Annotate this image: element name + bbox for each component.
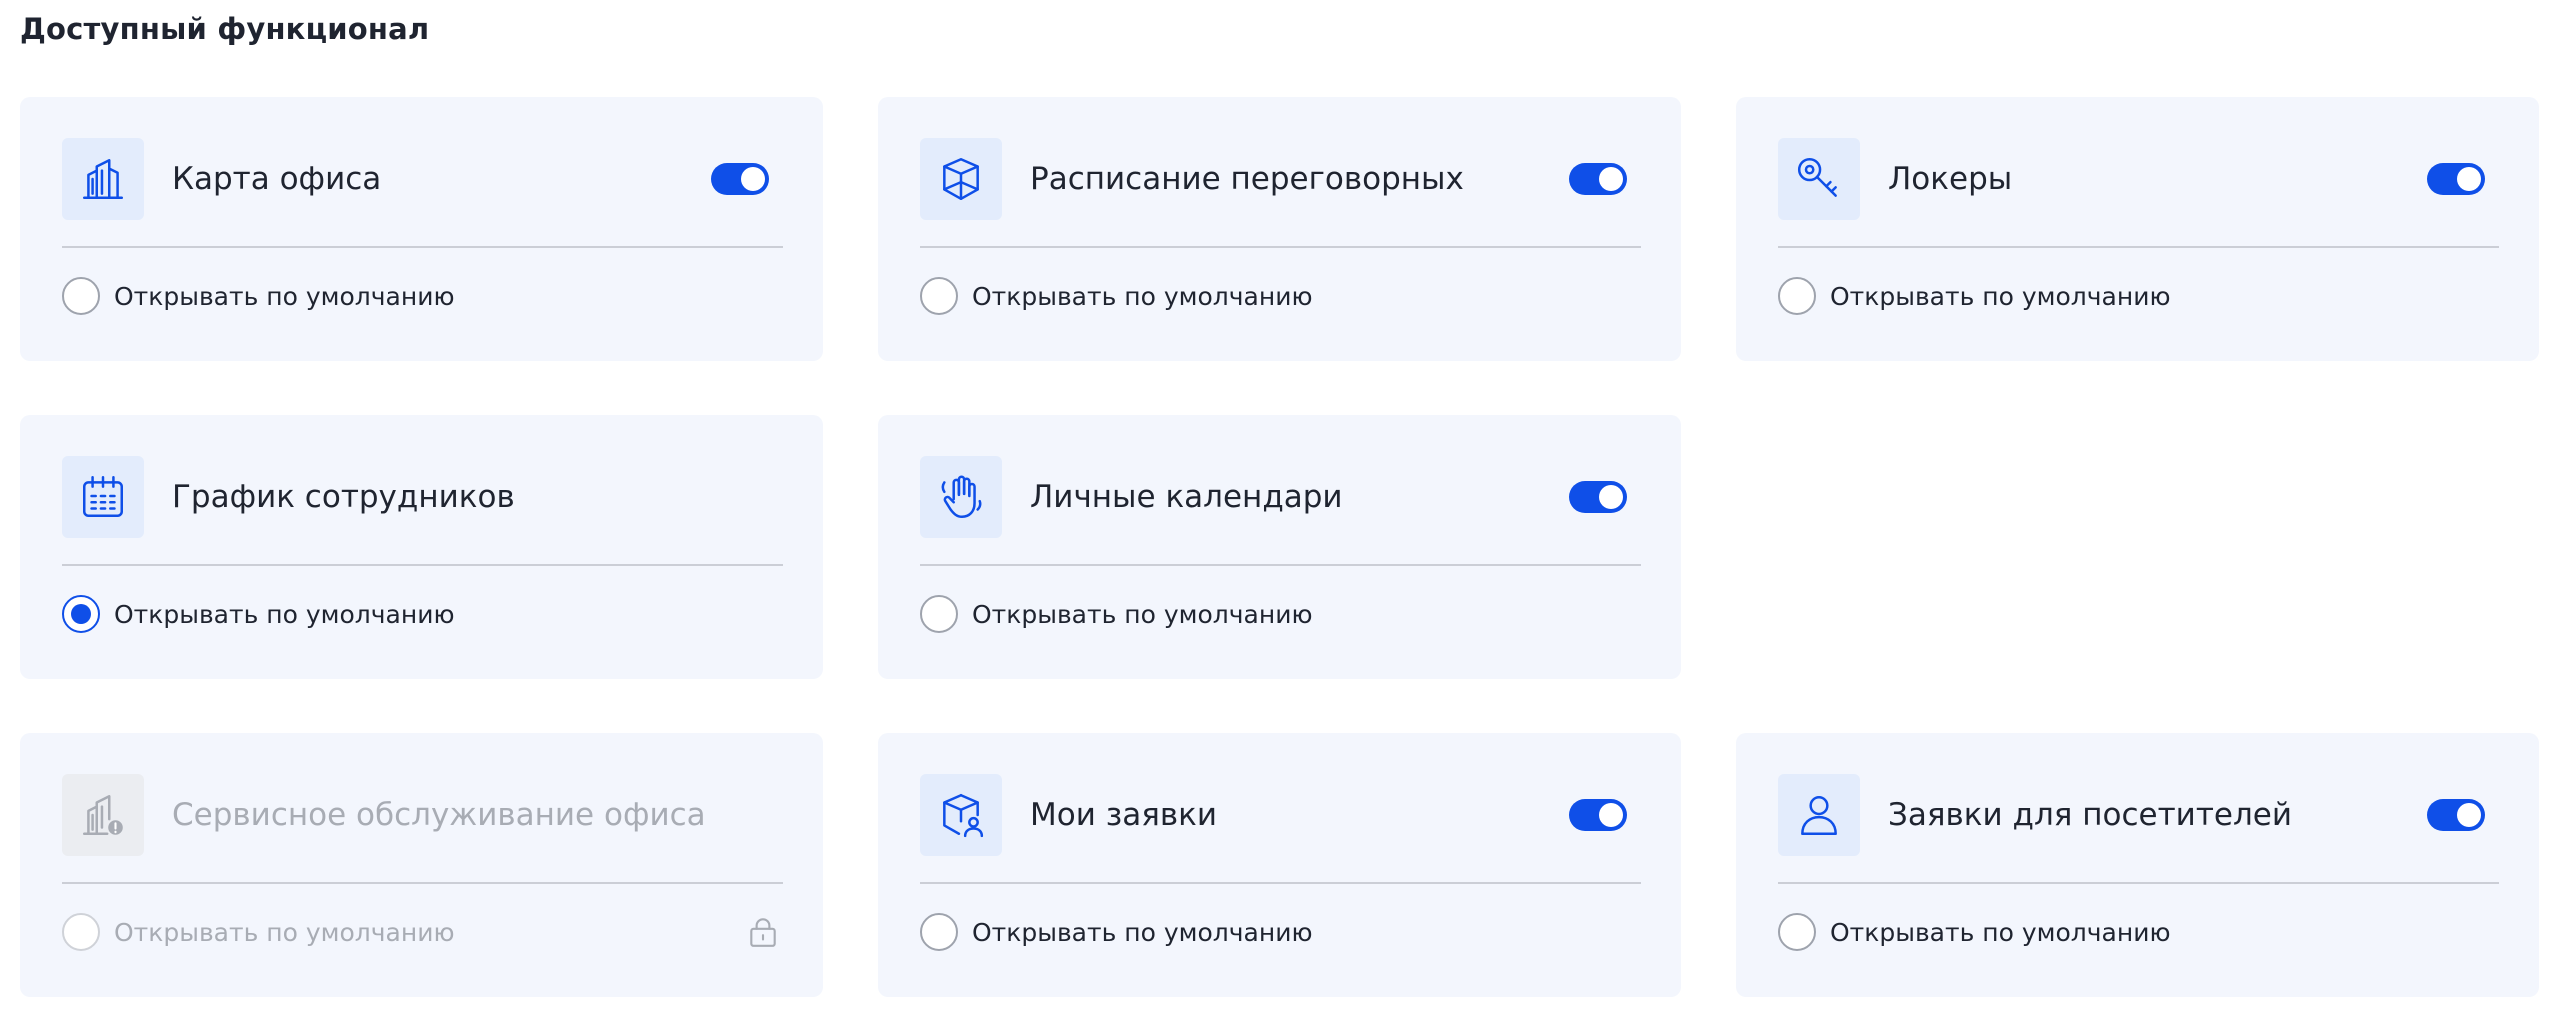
feature-toggle[interactable] <box>2427 799 2485 831</box>
default-option: Открывать по умолчанию <box>1778 275 2499 317</box>
default-radio-selected[interactable] <box>62 595 100 633</box>
toggle-knob <box>2457 803 2481 827</box>
feature-card-office-service: Сервисное обслуживание офиса Открывать п… <box>20 733 823 997</box>
toggle-knob <box>741 167 765 191</box>
visitor-person-icon <box>1778 774 1860 856</box>
office-buildings-icon <box>62 138 144 220</box>
feature-card-employee-schedule: График сотрудников Открывать по умолчани… <box>20 415 823 679</box>
default-radio[interactable] <box>920 595 958 633</box>
divider <box>920 246 1641 248</box>
feature-toggle[interactable] <box>1569 163 1627 195</box>
waving-hand-icon <box>920 456 1002 538</box>
feature-toggle[interactable] <box>1569 481 1627 513</box>
default-option: Открывать по умолчанию <box>62 911 783 953</box>
card-title: Личные календари <box>1030 479 1343 515</box>
default-radio[interactable] <box>920 277 958 315</box>
feature-card-personal-calendars: Личные календари Открывать по умолчанию <box>878 415 1681 679</box>
divider <box>62 564 783 566</box>
default-radio[interactable] <box>920 913 958 951</box>
default-radio[interactable] <box>1778 913 1816 951</box>
default-option: Открывать по умолчанию <box>920 911 1641 953</box>
feature-toggle[interactable] <box>1569 799 1627 831</box>
default-option: Открывать по умолчанию <box>62 593 783 635</box>
cube-user-icon <box>920 774 1002 856</box>
feature-toggle[interactable] <box>711 163 769 195</box>
card-header: Заявки для посетителей <box>1778 774 2499 856</box>
default-radio-label: Открывать по умолчанию <box>972 599 1313 629</box>
key-icon <box>1778 138 1860 220</box>
divider <box>62 882 783 884</box>
card-title: Расписание переговорных <box>1030 161 1464 197</box>
card-header: Карта офиса <box>62 138 783 220</box>
card-header: Сервисное обслуживание офиса <box>62 774 783 856</box>
card-title: Карта офиса <box>172 161 382 197</box>
card-header: Локеры <box>1778 138 2499 220</box>
card-title: Заявки для посетителей <box>1888 797 2292 833</box>
divider <box>1778 882 2499 884</box>
divider <box>1778 246 2499 248</box>
card-header: Мои заявки <box>920 774 1641 856</box>
lock-icon <box>743 912 783 952</box>
divider <box>62 246 783 248</box>
default-radio[interactable] <box>62 277 100 315</box>
features-grid: Карта офиса Открывать по умолчанию Распи… <box>20 97 2540 997</box>
feature-card-lockers: Локеры Открывать по умолчанию <box>1736 97 2539 361</box>
toggle-knob <box>2457 167 2481 191</box>
card-header: Расписание переговорных <box>920 138 1641 220</box>
default-radio-label: Открывать по умолчанию <box>1830 281 2171 311</box>
default-option: Открывать по умолчанию <box>1778 911 2499 953</box>
card-title: Мои заявки <box>1030 797 1217 833</box>
toggle-knob <box>1599 167 1623 191</box>
divider <box>920 564 1641 566</box>
meeting-room-cube-icon <box>920 138 1002 220</box>
toggle-knob <box>1599 803 1623 827</box>
empty-cell <box>1736 415 2539 679</box>
default-radio-label: Открывать по умолчанию <box>972 917 1313 947</box>
feature-card-visitor-requests: Заявки для посетителей Открывать по умол… <box>1736 733 2539 997</box>
default-option: Открывать по умолчанию <box>920 593 1641 635</box>
default-radio-label: Открывать по умолчанию <box>114 599 455 629</box>
calendar-schedule-icon <box>62 456 144 538</box>
default-radio[interactable] <box>1778 277 1816 315</box>
default-radio-label: Открывать по умолчанию <box>114 281 455 311</box>
default-option: Открывать по умолчанию <box>920 275 1641 317</box>
default-radio-label: Открывать по умолчанию <box>972 281 1313 311</box>
page-title: Доступный функционал <box>20 12 430 46</box>
office-service-icon <box>62 774 144 856</box>
feature-card-my-requests: Мои заявки Открывать по умолчанию <box>878 733 1681 997</box>
default-radio-label: Открывать по умолчанию <box>114 917 455 947</box>
radio-dot <box>71 604 91 624</box>
feature-toggle[interactable] <box>2427 163 2485 195</box>
feature-card-meeting-rooms: Расписание переговорных Открывать по умо… <box>878 97 1681 361</box>
card-title: График сотрудников <box>172 479 515 515</box>
card-title: Сервисное обслуживание офиса <box>172 797 706 833</box>
feature-card-office-map: Карта офиса Открывать по умолчанию <box>20 97 823 361</box>
card-title: Локеры <box>1888 161 2013 197</box>
toggle-knob <box>1599 485 1623 509</box>
card-header: Личные календари <box>920 456 1641 538</box>
default-option: Открывать по умолчанию <box>62 275 783 317</box>
card-header: График сотрудников <box>62 456 783 538</box>
divider <box>920 882 1641 884</box>
default-radio-disabled <box>62 913 100 951</box>
default-radio-label: Открывать по умолчанию <box>1830 917 2171 947</box>
